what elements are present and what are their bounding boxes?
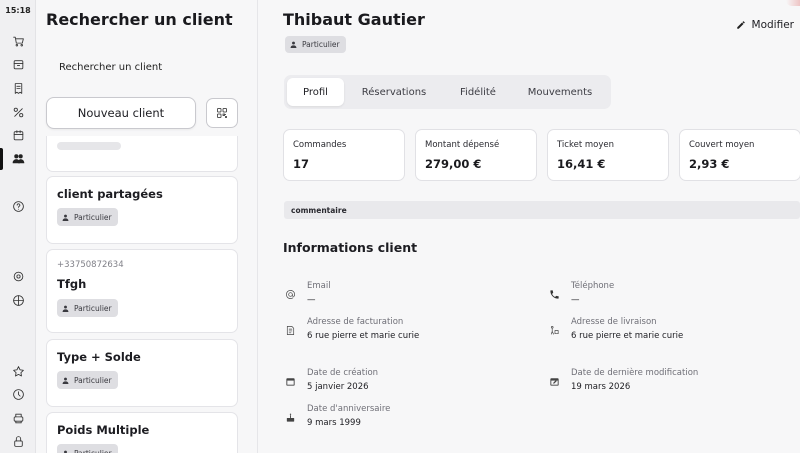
billing-address-icon [285, 321, 297, 335]
calendar-icon [285, 372, 297, 386]
client-type-chip [57, 142, 121, 150]
receipt-icon[interactable] [11, 81, 25, 95]
list-item[interactable]: +33750872634 Tfgh Particulier [46, 249, 238, 333]
tab-profil[interactable]: Profil [287, 78, 344, 106]
edit-client-button[interactable]: Modifier [736, 19, 794, 31]
decorative-corner [786, 0, 800, 6]
clock-icon[interactable] [11, 387, 25, 401]
person-icon [62, 214, 69, 221]
comment-field[interactable]: commentaire [284, 201, 800, 219]
client-tabs: Profil Réservations Fidélité Mouvements [284, 75, 611, 109]
qr-code-icon [217, 108, 227, 118]
client-name: Tfgh [57, 277, 87, 291]
help-icon[interactable] [11, 199, 25, 213]
stat-card-amount-spent: Montant dépensé 279,00 € [415, 129, 537, 181]
person-icon [62, 305, 69, 312]
calendar-icon[interactable] [11, 128, 25, 142]
palette-icon[interactable] [11, 293, 25, 307]
tab-reservations[interactable]: Réservations [344, 78, 444, 106]
client-type-badge: Particulier [285, 36, 346, 53]
cart-icon[interactable] [11, 34, 25, 48]
list-title: Rechercher un client [46, 10, 233, 29]
status-time: 15:18 [5, 6, 31, 15]
settings-icon[interactable] [11, 269, 25, 283]
stat-card-orders: Commandes 17 [283, 129, 405, 181]
stat-card-average-ticket: Ticket moyen 16,41 € [547, 129, 669, 181]
person-icon [64, 450, 67, 453]
client-type-chip: Particulier [57, 444, 118, 453]
calendar-edit-icon [549, 372, 561, 386]
person-icon [290, 41, 297, 48]
cake-icon [285, 408, 297, 422]
tab-mouvements[interactable]: Mouvements [512, 78, 608, 106]
tab-fidelite[interactable]: Fidélité [444, 78, 512, 106]
client-info-title: Informations client [283, 240, 418, 255]
active-indicator [0, 148, 3, 170]
client-detail-name: Thibaut Gautier [283, 10, 425, 29]
nav-rail: 15:18 [0, 0, 36, 453]
customers-icon[interactable] [11, 151, 25, 165]
at-icon [285, 285, 297, 299]
pencil-icon [736, 21, 745, 29]
client-phone: +33750872634 [57, 260, 124, 270]
person-icon [62, 377, 69, 384]
client-name: Type + Solde [57, 350, 141, 364]
percent-icon[interactable] [11, 105, 25, 119]
box-icon[interactable] [11, 57, 25, 71]
client-name: Poids Multiple [57, 423, 150, 437]
search-input[interactable]: Rechercher un client [59, 62, 162, 73]
stat-card-average-cover: Couvert moyen 2,93 € [679, 129, 800, 181]
customer-list-panel: Rechercher un client Rechercher un clien… [36, 0, 258, 453]
phone-icon [549, 285, 561, 299]
client-type-chip: Particulier [57, 299, 118, 317]
client-name: client partagées [57, 187, 163, 201]
qr-scan-button[interactable] [206, 98, 238, 128]
delivery-icon [549, 321, 561, 335]
client-detail-panel: Thibaut Gautier Particulier Modifier Pro… [258, 0, 800, 453]
client-type-chip: Particulier [57, 371, 118, 389]
client-type-chip: Particulier [57, 208, 118, 226]
list-item[interactable]: Poids Multiple Particulier [46, 412, 238, 453]
list-item-partial[interactable] [46, 136, 238, 172]
list-item[interactable]: Type + Solde Particulier [46, 339, 238, 407]
printer-icon[interactable] [11, 411, 25, 425]
list-item[interactable]: client partagées Particulier [46, 176, 238, 244]
lock-icon[interactable] [11, 434, 25, 448]
star-icon[interactable] [11, 364, 25, 378]
new-client-button[interactable]: Nouveau client [46, 97, 196, 129]
